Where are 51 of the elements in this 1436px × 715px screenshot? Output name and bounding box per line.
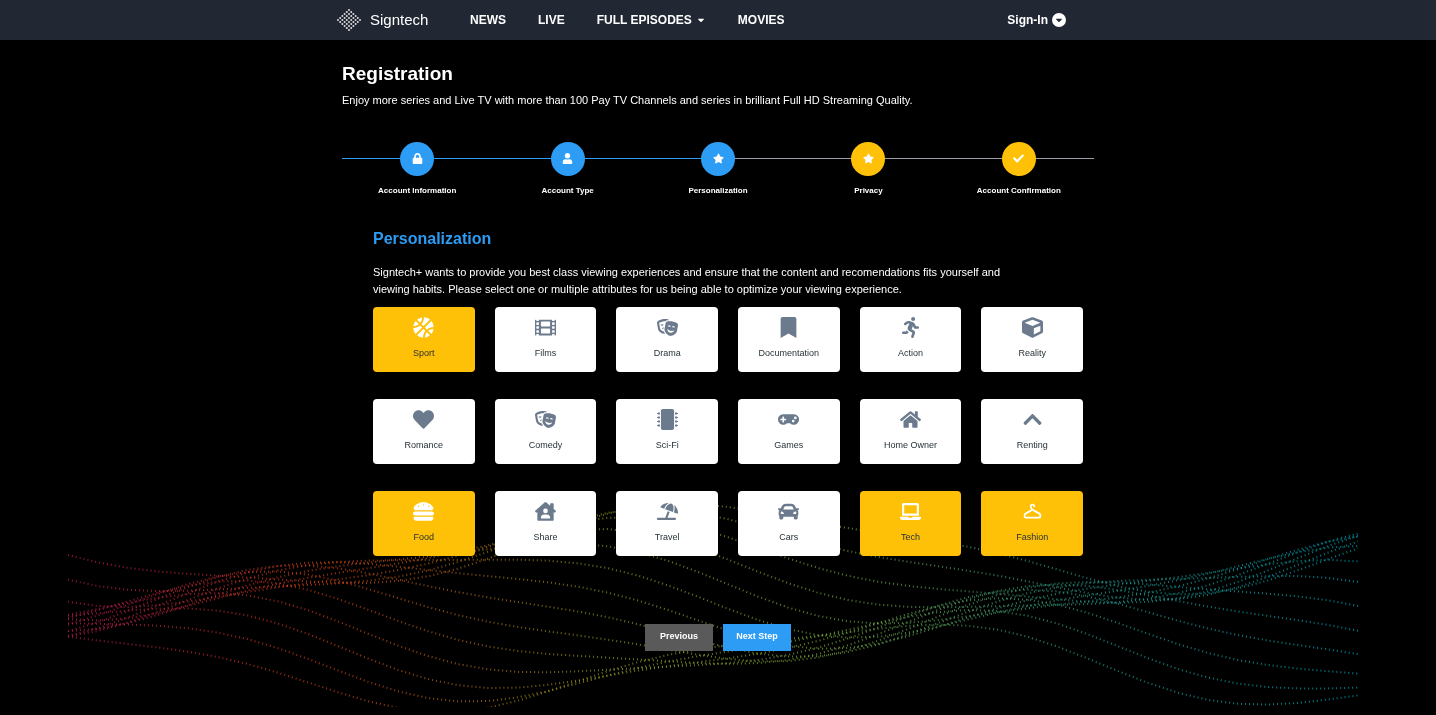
laptop-icon: [900, 501, 921, 523]
nav-link[interactable]: FULL EPISODES: [596, 11, 706, 29]
step-label: Privacy: [854, 184, 883, 197]
page-subtitle: Enjoy more series and Live TV with more than 100 Pay TV Channels and series in brilliant Full HD Streaming Quality.: [342, 93, 914, 108]
user-icon: [562, 153, 574, 164]
attribute-tile[interactable]: Documentation: [738, 306, 840, 372]
brand-name: Signtech: [370, 9, 429, 30]
diamond-dots-logo-icon: [336, 7, 362, 33]
attribute-tile[interactable]: Travel: [616, 490, 718, 556]
running-person-icon: [900, 317, 921, 339]
attribute-tile[interactable]: Share: [494, 490, 597, 556]
attribute-tile[interactable]: Drama: [616, 306, 718, 372]
nav-link[interactable]: MOVIES: [737, 11, 785, 29]
attribute-tile[interactable]: Sport: [373, 306, 475, 372]
sign-in-link[interactable]: Sign-In: [1007, 11, 1066, 29]
burger-icon: [413, 501, 435, 523]
attribute-tile[interactable]: Comedy: [494, 398, 597, 464]
attribute-tile[interactable]: Films: [494, 306, 597, 372]
check-icon: [1013, 153, 1025, 164]
cube-icon: [1021, 317, 1043, 339]
attribute-tile[interactable]: Tech: [859, 490, 962, 556]
step-label: Account Information: [378, 184, 457, 197]
star-icon: [712, 153, 724, 164]
lock-icon: [411, 153, 423, 164]
star-icon: [862, 153, 874, 164]
microchip-icon: [656, 409, 678, 431]
previous-button[interactable]: Previous: [645, 623, 713, 651]
beach-umbrella-icon: [656, 501, 678, 523]
theater-masks-icon: [535, 409, 556, 431]
step-label: Account Confirmation: [976, 184, 1061, 197]
attribute-tile[interactable]: Renting: [981, 398, 1083, 464]
section-description: Signtech+ wants to provide you best class viewing experiences and ensure that the content and recomendations fits yourself and viewing habits. Please select one or multiple attributes for us being able to optimize your viewing experience.: [373, 264, 1002, 297]
attribute-tile[interactable]: Cars: [738, 490, 840, 556]
attribute-tile[interactable]: Sci-Fi: [616, 398, 718, 464]
page-title: Registration: [342, 62, 454, 86]
attribute-tile[interactable]: Games: [738, 398, 840, 464]
attribute-tile[interactable]: Romance: [373, 398, 475, 464]
basketball-icon: [413, 317, 435, 339]
nav-link[interactable]: LIVE: [538, 11, 565, 29]
heart-icon: [413, 409, 435, 431]
step-label: Personalization: [688, 184, 748, 197]
step-label: Account Type: [541, 184, 594, 197]
attribute-tile[interactable]: Reality: [981, 306, 1083, 372]
house-icon: [900, 409, 921, 431]
nav-link[interactable]: NEWS: [470, 11, 506, 29]
theater-masks-icon: [656, 317, 678, 339]
attribute-tile[interactable]: Food: [373, 490, 475, 556]
attribute-tile[interactable]: Action: [859, 306, 962, 372]
attribute-tile[interactable]: Home Owner: [859, 398, 962, 464]
section-title: Personalization: [373, 228, 493, 249]
attribute-tile[interactable]: Fashion: [981, 490, 1083, 556]
